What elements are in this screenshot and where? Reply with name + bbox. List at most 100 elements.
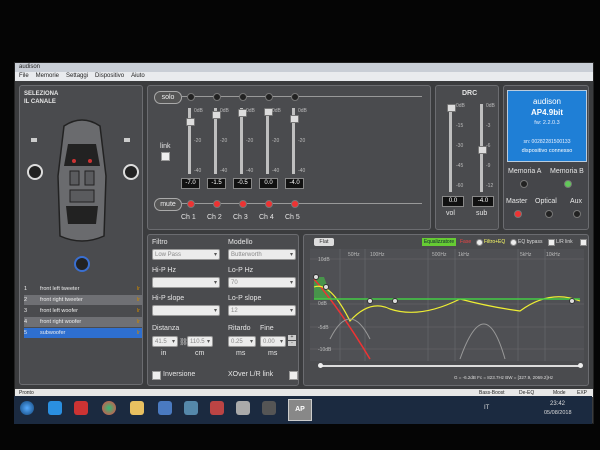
solo-led-1[interactable] <box>187 93 195 101</box>
db-scale-2-ch4: -40 <box>272 168 280 174</box>
eq-bypass-radio-icon[interactable] <box>510 239 517 246</box>
hp-slope-dropdown[interactable] <box>152 305 220 316</box>
fine-field[interactable]: 0.00 <box>260 336 286 347</box>
mute-led-1[interactable] <box>187 200 195 208</box>
vol-scale-4: -60 <box>456 183 464 189</box>
source-aux-led[interactable] <box>573 210 581 218</box>
mute-led-3[interactable] <box>239 200 247 208</box>
solo-led-4[interactable] <box>265 93 273 101</box>
memory-b-label[interactable]: Memoria B <box>550 168 584 175</box>
clock-date[interactable]: 05/08/2018 <box>544 410 572 416</box>
source-aux-label[interactable]: Aux <box>570 198 582 205</box>
mute-led-5[interactable] <box>291 200 299 208</box>
channel-row-3[interactable]: 3 front left woofer Ir <box>24 306 142 316</box>
gain-slider-knob-5[interactable] <box>290 114 299 123</box>
speaker-left-icon[interactable] <box>27 164 43 180</box>
mixer-panel: solo mute link 0dB -20 -40 -7.0 Ch 1 0dB -20 -4… <box>147 85 431 230</box>
ie-icon[interactable] <box>48 401 62 415</box>
clock-time[interactable]: 23:42 <box>550 401 565 407</box>
gain-slider-track-4[interactable] <box>266 108 269 174</box>
start-button-icon[interactable] <box>20 401 34 415</box>
source-master-led[interactable] <box>514 210 522 218</box>
solo-button[interactable]: solo <box>154 91 182 104</box>
mute-led-4[interactable] <box>265 200 273 208</box>
chrome-icon[interactable] <box>102 401 116 415</box>
distanza-in-field[interactable]: 41.5 <box>152 336 178 347</box>
eq-graph[interactable] <box>310 249 584 361</box>
channel-row-4[interactable]: 4 front right woofer Ir <box>24 317 142 327</box>
channel-row-2[interactable]: 2 front right tweeter Ir <box>24 295 142 305</box>
channel-select-title: SELEZIONA <box>24 91 59 97</box>
subwoofer-icon[interactable] <box>74 256 90 272</box>
equalizzatore-tab[interactable]: Equalizzatore <box>422 238 456 246</box>
distanza-label: Distanza <box>152 325 180 332</box>
lr-link-box-icon[interactable] <box>580 239 587 246</box>
channel-select-panel: SELEZIONA IL CANALE 1 front left tweeter… <box>19 85 143 385</box>
eq-scroll-start-knob[interactable] <box>318 363 323 368</box>
solo-led-5[interactable] <box>291 93 299 101</box>
app-icon-1[interactable] <box>158 401 172 415</box>
link-checkbox[interactable] <box>161 152 170 161</box>
app-icon-2[interactable] <box>184 401 198 415</box>
vol-slider-track[interactable] <box>449 104 452 192</box>
app-icon-4[interactable] <box>236 401 250 415</box>
app-icon-5[interactable] <box>262 401 276 415</box>
lp-hz-dropdown[interactable]: 70 <box>228 277 296 288</box>
flat-button[interactable]: Flat <box>314 238 334 246</box>
mute-led-2[interactable] <box>213 200 221 208</box>
memory-a-led[interactable] <box>520 180 528 188</box>
memory-b-led[interactable] <box>564 180 572 188</box>
fase-tab[interactable]: Fase <box>460 239 471 245</box>
device-info-box: audison AP4.9bit fw: 2.2.0.3 sn: 0028228… <box>507 90 587 162</box>
source-optical-led[interactable] <box>545 210 553 218</box>
tweeter-left-icon[interactable] <box>31 138 37 142</box>
channel-row-5[interactable]: 5 subwoofer Ir <box>24 328 142 338</box>
hp-hz-label: Hi-P Hz <box>152 267 176 274</box>
ritardo-field[interactable]: 0.25 <box>228 336 256 347</box>
db-scale-1-ch4: -20 <box>272 138 280 144</box>
gain-value-4: 0.0 <box>259 178 278 189</box>
xover-checkbox[interactable] <box>289 371 298 380</box>
gain-slider-track-3[interactable] <box>240 108 243 174</box>
menu-file[interactable]: File <box>19 72 29 81</box>
menu-aiuto[interactable]: Aiuto <box>131 72 145 81</box>
channel-name-3: Ch 3 <box>233 214 248 221</box>
source-master-label[interactable]: Master <box>506 198 527 205</box>
channel-row-1[interactable]: 1 front left tweeter Ir <box>24 284 142 294</box>
cm-unit-label: cm <box>195 350 205 357</box>
filtro-dropdown[interactable]: Low Pass <box>152 249 220 260</box>
filtro-eq-radio-icon[interactable] <box>476 239 483 246</box>
filtro-eq-label: Filtro+EQ <box>484 239 506 245</box>
media-icon[interactable] <box>74 401 88 415</box>
eq-scroll-end-knob[interactable] <box>578 363 583 368</box>
explorer-icon[interactable] <box>130 401 144 415</box>
app-icon-3[interactable] <box>210 401 224 415</box>
menu-settaggi[interactable]: Settaggi <box>66 72 88 81</box>
eq-horizontal-scrollbar[interactable] <box>320 365 580 367</box>
modello-dropdown[interactable]: Butterworth <box>228 249 296 260</box>
hp-hz-dropdown[interactable] <box>152 277 220 288</box>
vol-slider-knob[interactable] <box>447 104 456 112</box>
memory-a-label[interactable]: Memoria A <box>508 168 541 175</box>
fine-stepper-down[interactable]: - <box>288 341 296 346</box>
lp-slope-dropdown[interactable]: 12 <box>228 305 296 316</box>
lr-link-checkbox[interactable] <box>548 239 555 246</box>
audison-app-button[interactable]: AP <box>288 399 312 421</box>
language-indicator[interactable]: IT <box>484 405 489 411</box>
modello-label: Modello <box>228 239 253 246</box>
drc-panel: DRC 0dB -15 -30 -45 -60 0dB -3 -6 -9 -12… <box>435 85 499 230</box>
gain-value-2: -1.5 <box>207 178 226 189</box>
source-optical-label[interactable]: Optical <box>535 198 557 205</box>
speaker-right-icon[interactable] <box>123 164 139 180</box>
inversione-checkbox[interactable] <box>152 371 161 380</box>
mute-button[interactable]: mute <box>154 198 182 211</box>
solo-led-3[interactable] <box>239 93 247 101</box>
window-title: audison <box>15 63 593 72</box>
menu-memorie[interactable]: Memorie <box>36 72 59 81</box>
gain-slider-knob-1[interactable] <box>186 117 195 126</box>
distanza-cm-field[interactable]: 110.5 <box>187 336 213 347</box>
db-scale-1-ch3: -20 <box>246 138 254 144</box>
tweeter-right-icon[interactable] <box>124 138 130 142</box>
solo-led-2[interactable] <box>213 93 221 101</box>
menu-dispositivo[interactable]: Dispositivo <box>95 72 124 81</box>
